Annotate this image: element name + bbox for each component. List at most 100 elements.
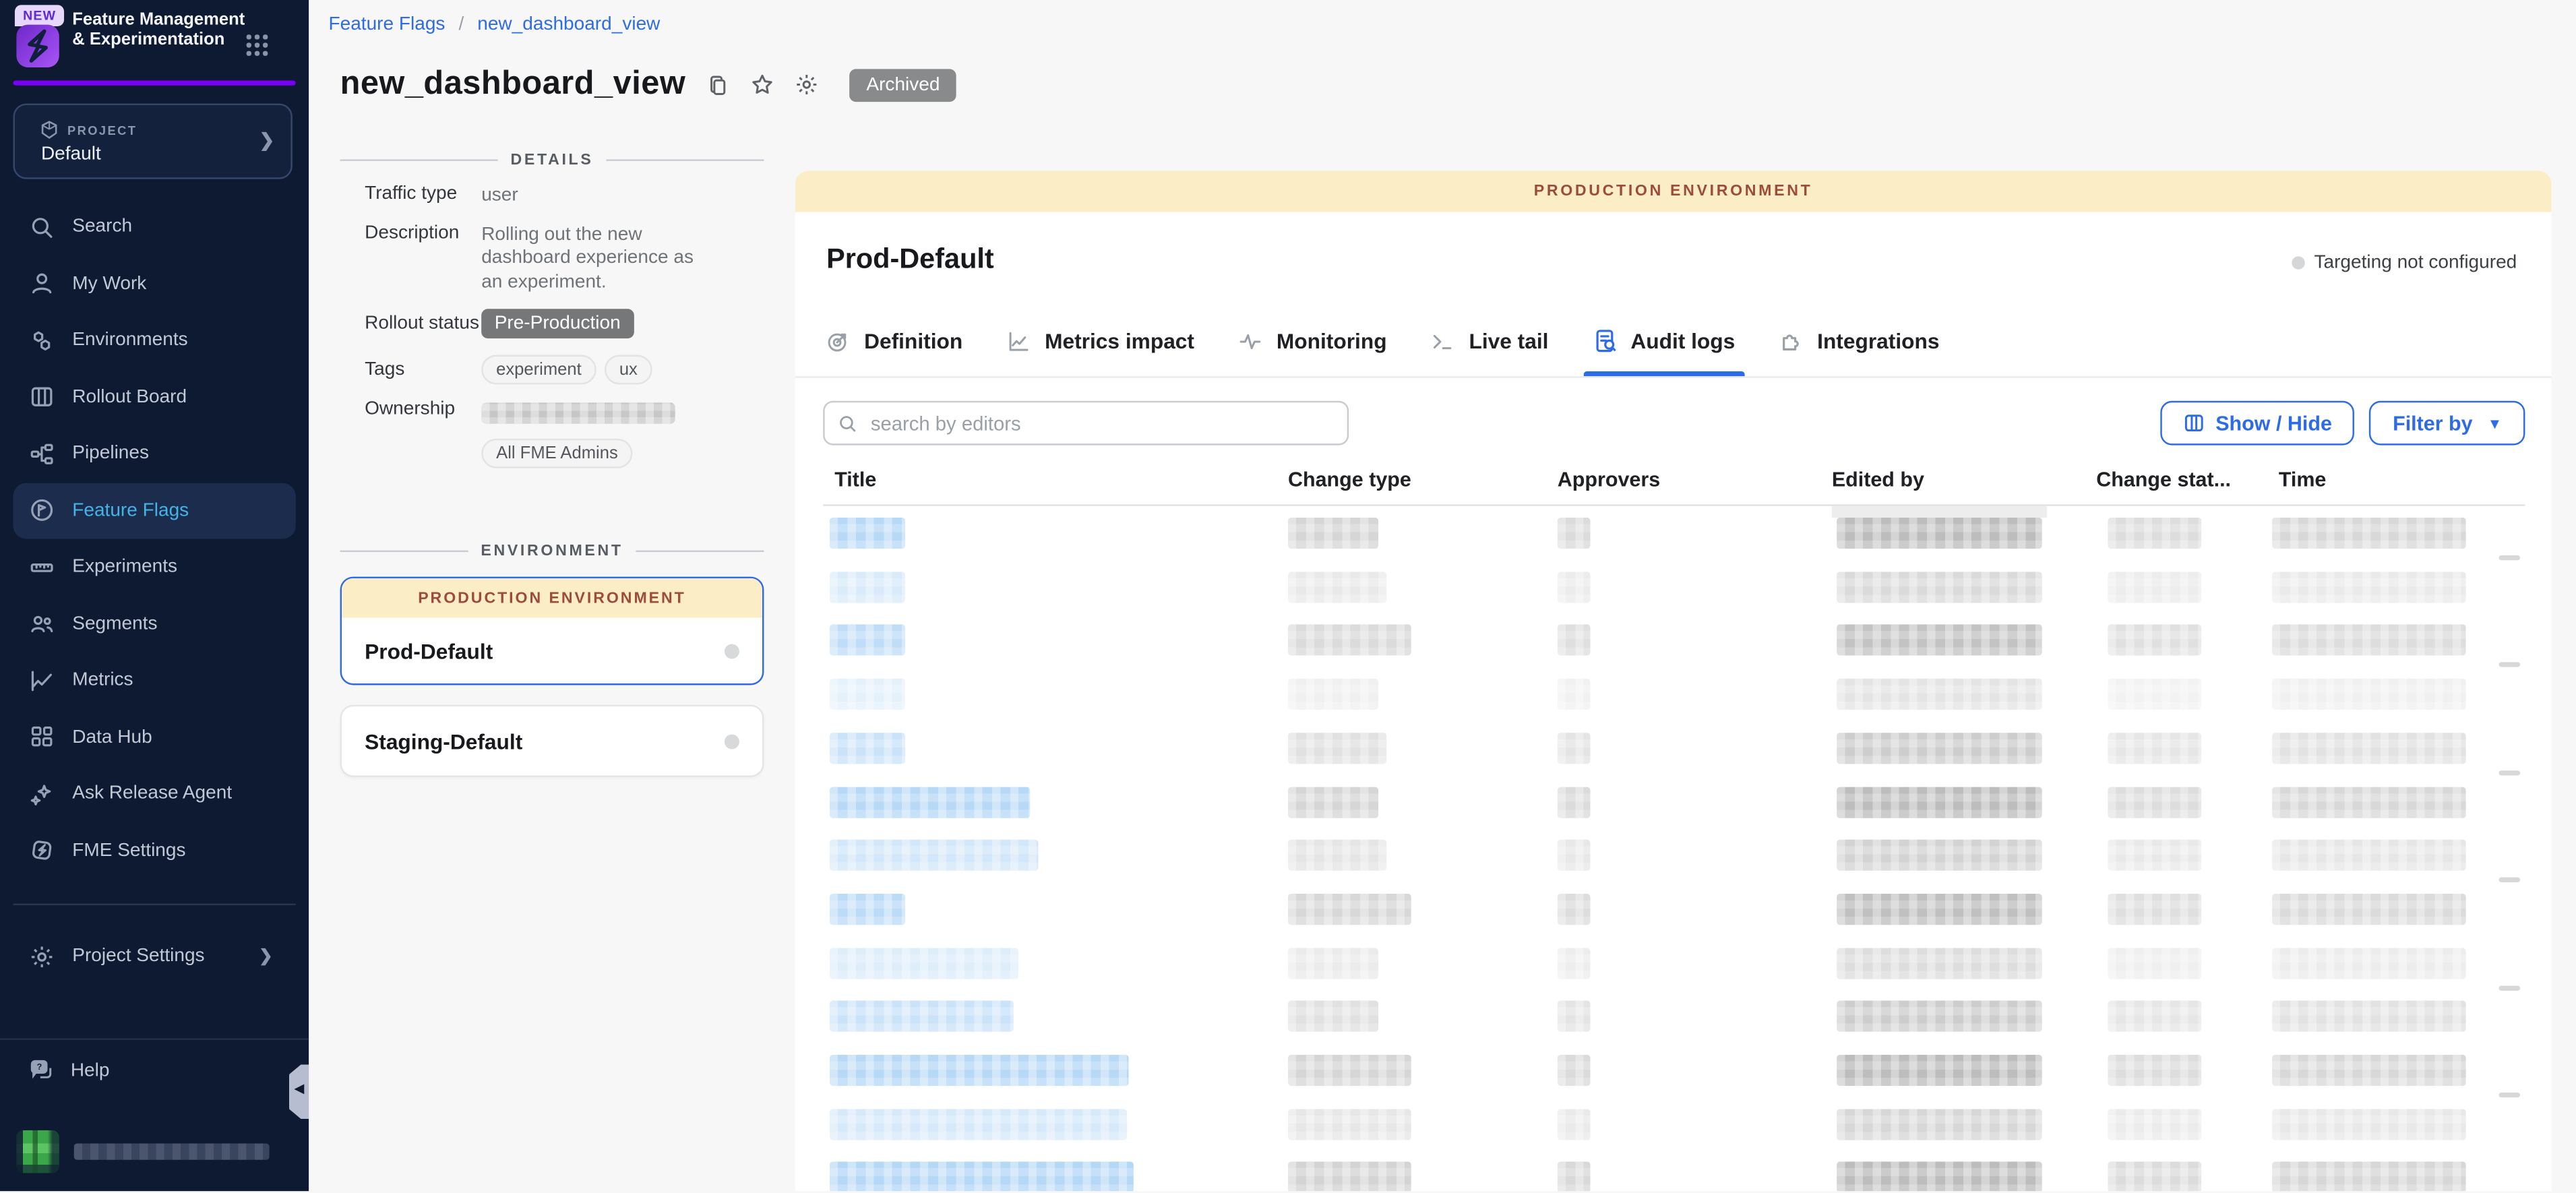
help-label: Help <box>71 1060 110 1080</box>
tab-audit-logs[interactable]: Audit logs <box>1593 322 1735 376</box>
sidebar-item-ask-release-agent[interactable]: Ask Release Agent <box>0 766 309 822</box>
column-header-change-type[interactable]: Change type <box>1288 468 1411 491</box>
sidebar-item-feature-flags[interactable]: Feature Flags <box>13 482 296 539</box>
detail-label: Tags <box>340 359 482 379</box>
tab-integrations[interactable]: Integrations <box>1779 322 1939 376</box>
tab-label: Monitoring <box>1277 329 1387 354</box>
audit-logs-icon <box>1593 329 1618 354</box>
details-heading: DETAILS <box>511 151 594 169</box>
audit-table-header: Title Change type Approvers Edited by Change… <box>823 468 2525 501</box>
table-row[interactable] <box>823 989 2525 1043</box>
tab-label: Metrics impact <box>1045 329 1194 354</box>
search-editors-field[interactable] <box>823 401 1349 446</box>
table-row[interactable] <box>823 1097 2525 1151</box>
table-row[interactable] <box>823 559 2525 613</box>
table-row[interactable] <box>823 936 2525 989</box>
redacted-cell <box>830 786 1030 817</box>
search-icon <box>30 215 55 240</box>
copy-icon[interactable] <box>707 73 730 96</box>
show-hide-columns-button[interactable]: Show / Hide <box>2159 401 2355 446</box>
redacted-cell <box>2108 571 2201 602</box>
redacted-cell <box>1288 1109 1411 1140</box>
breadcrumb-root-link[interactable]: Feature Flags <box>329 15 446 34</box>
redacted-cell <box>2272 1001 2466 1032</box>
redacted-cell <box>2108 1001 2201 1032</box>
table-row[interactable] <box>823 882 2525 936</box>
redacted-cell <box>1288 840 1386 871</box>
sidebar-collapse-handle[interactable]: ◀ <box>289 1065 311 1119</box>
redacted-cell <box>1837 679 2042 710</box>
tab-monitoring[interactable]: Monitoring <box>1239 322 1387 376</box>
redacted-cell <box>830 733 905 764</box>
redacted-cell <box>1558 679 1591 710</box>
sidebar-item-my-work[interactable]: My Work <box>0 255 309 312</box>
table-row[interactable] <box>823 506 2525 560</box>
targeting-status-label: Targeting not configured <box>2314 253 2517 272</box>
detail-row-description: Description Rolling out the new dashboar… <box>340 222 764 294</box>
sidebar-item-metrics[interactable]: Metrics <box>0 652 309 709</box>
redacted-cell <box>1288 947 1378 978</box>
table-row[interactable] <box>823 667 2525 721</box>
detail-row-ownership: Ownership All FME Admins <box>340 399 764 468</box>
sidebar-item-project-settings[interactable]: Project Settings ❯ <box>0 928 309 984</box>
detail-row-traffic-type: Traffic type user <box>340 184 764 208</box>
tab-definition[interactable]: Definition <box>826 322 962 376</box>
tab-bar-border <box>795 376 2552 377</box>
settings-gear-icon[interactable] <box>796 73 819 96</box>
redacted-cell <box>1558 571 1591 602</box>
column-header-approvers[interactable]: Approvers <box>1558 468 1660 491</box>
fme-icon <box>30 838 55 863</box>
environment-card-prod-default[interactable]: PRODUCTION ENVIRONMENTProd-Default <box>340 577 764 685</box>
redacted-cell <box>2272 1162 2466 1192</box>
star-icon[interactable] <box>752 73 774 96</box>
sidebar-item-experiments[interactable]: Experiments <box>0 539 309 596</box>
column-header-change-stat[interactable]: Change stat... <box>2096 468 2231 491</box>
column-header-title[interactable]: Title <box>834 468 876 491</box>
sidebar-item-segments[interactable]: Segments <box>0 596 309 652</box>
table-row[interactable] <box>823 721 2525 775</box>
help-button[interactable]: ? Help <box>30 1058 110 1083</box>
sidebar-item-data-hub[interactable]: Data Hub <box>0 709 309 766</box>
breadcrumb-current-link[interactable]: new_dashboard_view <box>477 15 660 34</box>
app-switcher-icon[interactable] <box>247 34 270 57</box>
redacted-cell <box>1837 625 2042 656</box>
tab-label: Live tail <box>1469 329 1548 354</box>
sidebar-item-label: Search <box>72 217 132 237</box>
tab-metrics-impact[interactable]: Metrics impact <box>1007 322 1194 376</box>
search-input[interactable] <box>867 410 1334 436</box>
table-row[interactable] <box>823 613 2525 667</box>
sidebar-item-pipelines[interactable]: Pipelines <box>0 425 309 482</box>
sidebar-divider <box>13 904 296 905</box>
table-row[interactable] <box>823 828 2525 882</box>
sidebar-item-label: FME Settings <box>72 840 185 860</box>
sidebar-item-fme-settings[interactable]: FME Settings <box>0 822 309 879</box>
ownership-group-pill: All FME Admins <box>481 439 633 468</box>
table-row[interactable] <box>823 1151 2525 1192</box>
redacted-cell <box>1837 1109 2042 1140</box>
redacted-cell <box>1288 679 1378 710</box>
redacted-cell <box>1558 518 1591 549</box>
column-header-time[interactable]: Time <box>2279 468 2327 491</box>
sidebar-item-search[interactable]: Search <box>0 199 309 255</box>
redacted-cell <box>830 840 1039 871</box>
redacted-cell <box>2272 840 2466 871</box>
redacted-cell <box>1288 786 1378 817</box>
environment-card-staging-default[interactable]: Staging-Default <box>340 705 764 777</box>
redacted-cell <box>1837 571 2042 602</box>
audit-table-body <box>823 506 2525 1192</box>
redacted-cell <box>2108 1055 2201 1086</box>
tab-live-tail[interactable]: Live tail <box>1431 322 1548 376</box>
filter-by-button[interactable]: Filter by ▼ <box>2370 401 2525 446</box>
project-label: PROJECT <box>67 123 137 138</box>
column-header-edited-by[interactable]: Edited by <box>1832 468 1924 491</box>
table-row[interactable] <box>823 1043 2525 1097</box>
sidebar-item-rollout-board[interactable]: Rollout Board <box>0 369 309 425</box>
svg-text:?: ? <box>37 1062 42 1072</box>
redacted-cell <box>2108 733 2201 764</box>
user-account[interactable] <box>16 1130 269 1173</box>
sidebar-item-environments[interactable]: Environments <box>0 312 309 369</box>
project-selector[interactable]: PROJECT Default ❯ <box>13 104 293 179</box>
redacted-cell <box>830 1055 1129 1086</box>
table-row[interactable] <box>823 774 2525 828</box>
definition-icon <box>826 329 851 354</box>
